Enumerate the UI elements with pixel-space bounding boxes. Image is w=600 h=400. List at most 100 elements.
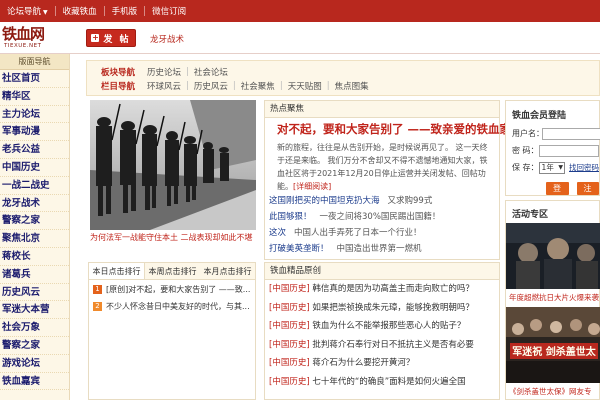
sidebar-item-veterans[interactable]: 老兵公益 bbox=[0, 141, 69, 159]
sidebar-item-military-fans[interactable]: 军迷大本营 bbox=[0, 301, 69, 320]
sidebar-item-chiang[interactable]: 蒋校长 bbox=[0, 248, 69, 266]
rank-number-badge: 2 bbox=[93, 302, 102, 311]
news-note[interactable]: 中国造出世界第一燃机 bbox=[337, 244, 422, 254]
news-note[interactable]: 又求购99式 bbox=[388, 196, 433, 206]
activity-banner-1[interactable] bbox=[506, 223, 600, 289]
header-forum-link[interactable]: 龙牙战术 bbox=[150, 33, 184, 45]
news-link[interactable]: 打破美英垄断！ bbox=[269, 244, 329, 254]
register-button[interactable]: 注册 bbox=[576, 182, 599, 206]
topbar-wechat-link[interactable]: 微信订阅 bbox=[145, 5, 193, 17]
topbar-forum-nav[interactable]: 论坛导航 ▼ bbox=[0, 5, 55, 17]
ranking-tabs: 本日点击排行 本周点击排行 本月点击排行 bbox=[89, 263, 255, 280]
column-nav-pictures[interactable]: 天天贴图 bbox=[288, 80, 322, 92]
activity-banner-2[interactable]: 军迷祝 剑杀盖世太 bbox=[506, 307, 600, 383]
topbar-forum-nav-label: 论坛导航 bbox=[7, 7, 42, 17]
board-nav-history[interactable]: 历史论坛 bbox=[147, 66, 181, 78]
login-button[interactable]: 登录 bbox=[546, 182, 569, 206]
news-link[interactable]: 这次 bbox=[269, 228, 286, 238]
column-nav-world[interactable]: 环球风云 bbox=[147, 80, 181, 92]
logo-text: 铁血网 bbox=[2, 25, 45, 43]
article-title[interactable]: 铁血为什么不能举报那些恶心人的贴子？ bbox=[312, 321, 465, 331]
article-title[interactable]: 七十年代的“的确良”面料是如何火遍全国 bbox=[312, 377, 465, 387]
column-nav-row: 栏目导航 环球风云 | 历史风云 | 社会聚焦 | 天天贴图 | 焦点图集 bbox=[101, 79, 369, 93]
sidebar-item-community-home[interactable]: 社区首页 bbox=[0, 70, 69, 88]
logo-subtext: TIEXUE.NET bbox=[4, 43, 42, 49]
article-row: [中国历史] 韩信真的是因为功高盖主而走向败亡的吗？ bbox=[265, 280, 499, 299]
sidebar-item-main-forum[interactable]: 主力论坛 bbox=[0, 106, 69, 124]
article-category[interactable]: [中国历史] bbox=[269, 284, 310, 294]
article-category[interactable]: [中国历史] bbox=[269, 321, 310, 331]
divider: | bbox=[232, 81, 236, 91]
top-navigation-bar: 论坛导航 ▼ 收藏铁血 手机版 微信订阅 bbox=[0, 0, 600, 22]
member-login-panel: 铁血会员登陆 用户名： 密 码： 保 存： 1年 ▼ 找回密码 登录 注册 bbox=[505, 100, 600, 206]
column-nav-gallery[interactable]: 焦点图集 bbox=[335, 80, 369, 92]
article-title[interactable]: 如果把崇祯换成朱元璋，能够挽救明朝吗？ bbox=[312, 303, 474, 313]
username-input[interactable] bbox=[542, 127, 600, 140]
article-title[interactable]: 韩信真的是因为功高盖主而走向败亡的吗？ bbox=[312, 284, 474, 294]
sidebar-item-society[interactable]: 社会万象 bbox=[0, 319, 69, 337]
hot-focus-header: 热点聚焦 bbox=[265, 101, 499, 118]
activity-panel: 活动专区 年度超燃抗日大片火爆来袭 军迷祝 剑杀盖世太 《剑杀盖世太保》网友专 bbox=[505, 200, 600, 400]
sidebar-item-games[interactable]: 游戏论坛 bbox=[0, 355, 69, 373]
article-category[interactable]: [中国历史] bbox=[269, 303, 310, 313]
sidebar-item-chinese-history[interactable]: 中国历史 bbox=[0, 159, 69, 177]
sidebar-item-guests[interactable]: 铁血嘉宾 bbox=[0, 373, 69, 391]
original-articles-header: 铁血精品原创 bbox=[265, 263, 499, 280]
news-link[interactable]: 这国刚把买的中国坦克扔大海 bbox=[269, 196, 380, 206]
tab-weekly-ranking[interactable]: 本周点击排行 bbox=[145, 263, 200, 279]
new-post-button[interactable]: + 发 帖 bbox=[86, 29, 136, 47]
board-nav-row: 板块导航 历史论坛 | 社会论坛 bbox=[101, 65, 228, 79]
activity-caption-1[interactable]: 年度超燃抗日大片火爆来袭 bbox=[506, 292, 600, 303]
photo-caption-link[interactable]: 为何法军一战能守住本土 二战表现却如此不堪 bbox=[90, 232, 256, 243]
article-row: [中国历史] 如果把崇祯换成朱元璋，能够挽救明朝吗？ bbox=[265, 299, 499, 318]
news-note[interactable]: 中国人出手弄死了日本一个行业！ bbox=[294, 228, 422, 238]
ranking-title[interactable]: [原创]对不起，要和大家告别了 ——致... bbox=[106, 284, 250, 295]
password-input[interactable] bbox=[539, 144, 599, 157]
divider: | bbox=[186, 81, 189, 91]
password-label: 密 码： bbox=[512, 146, 539, 155]
sidebar-item-military-anime[interactable]: 军事动漫 bbox=[0, 123, 69, 142]
news-item: 此国够狠！ 一夜之间将30%国民踢出国籍！ bbox=[265, 209, 499, 225]
ranking-title[interactable]: 不少人怀念昔日中美友好的时代，与其... bbox=[106, 301, 250, 312]
username-row: 用户名： bbox=[506, 125, 600, 142]
sidebar-item-history-events[interactable]: 历史风云 bbox=[0, 284, 69, 302]
article-title[interactable]: 蒋介石为什么要挖开黄河？ bbox=[312, 358, 414, 368]
forgot-password-link[interactable]: 找回密码 bbox=[569, 162, 599, 173]
chevron-down-icon: ▼ bbox=[558, 163, 563, 171]
news-note[interactable]: 一夜之间将30%国民踢出国籍！ bbox=[320, 212, 441, 222]
sidebar-item-police-2[interactable]: 警察之家 bbox=[0, 337, 69, 355]
article-category[interactable]: [中国历史] bbox=[269, 358, 310, 368]
article-title[interactable]: 批判蒋介石奉行对日不抵抗主义是否有必要 bbox=[312, 340, 474, 350]
tab-daily-ranking[interactable]: 本日点击排行 bbox=[89, 263, 145, 279]
headline-link[interactable]: 对不起，要和大家告别了 ——致亲爱的铁血家人 bbox=[265, 118, 523, 137]
site-logo[interactable]: 铁血网 TIEXUE.NET bbox=[2, 26, 82, 52]
sidebar-item-ww-history[interactable]: 一战二战史 bbox=[0, 177, 69, 195]
column-nav-society[interactable]: 社会聚焦 bbox=[241, 80, 275, 92]
topbar-mobile-link[interactable]: 手机版 bbox=[105, 5, 145, 17]
column-nav-history[interactable]: 历史风云 bbox=[194, 80, 228, 92]
keep-login-value: 1年 bbox=[541, 162, 554, 172]
keep-login-row: 保 存： 1年 ▼ 找回密码 bbox=[506, 159, 599, 176]
keep-login-label: 保 存： bbox=[512, 163, 539, 172]
article-row: [中国历史] 七十年代的“的确良”面料是如何火遍全国 bbox=[265, 373, 499, 392]
ranking-row[interactable]: 1 [原创]对不起，要和大家告别了 ——致... bbox=[89, 282, 255, 297]
featured-photo[interactable] bbox=[90, 100, 256, 230]
board-nav-society[interactable]: 社会论坛 bbox=[194, 66, 228, 78]
news-link[interactable]: 此国够狠！ bbox=[269, 212, 312, 222]
article-category[interactable]: [中国历史] bbox=[269, 340, 310, 350]
tab-monthly-ranking[interactable]: 本月点击排行 bbox=[200, 263, 255, 279]
sub-navigation: 板块导航 历史论坛 | 社会论坛 栏目导航 环球风云 | 历史风云 | 社会聚焦… bbox=[86, 60, 600, 96]
sidebar-item-zhuge[interactable]: 诸葛兵 bbox=[0, 266, 69, 284]
activity-caption-2[interactable]: 《剑杀盖世太保》网友专 bbox=[506, 386, 600, 397]
keep-login-select[interactable]: 1年 ▼ bbox=[538, 161, 565, 174]
sidebar-item-tactics[interactable]: 龙牙战术 bbox=[0, 195, 69, 213]
topbar-bookmark-link[interactable]: 收藏铁血 bbox=[56, 5, 104, 17]
ranking-row[interactable]: 2 不少人怀念昔日中美友好的时代，与其... bbox=[89, 299, 255, 314]
new-post-label: 发 帖 bbox=[103, 34, 131, 45]
sidebar-item-police[interactable]: 警察之家 bbox=[0, 212, 69, 231]
sidebar-item-featured[interactable]: 精华区 bbox=[0, 88, 69, 106]
article-category[interactable]: [中国历史] bbox=[269, 377, 310, 387]
sidebar-item-beijing[interactable]: 聚焦北京 bbox=[0, 230, 69, 248]
read-more-link[interactable]: [详细阅读] bbox=[293, 182, 331, 191]
login-buttons: 登录 注册 bbox=[506, 176, 599, 206]
